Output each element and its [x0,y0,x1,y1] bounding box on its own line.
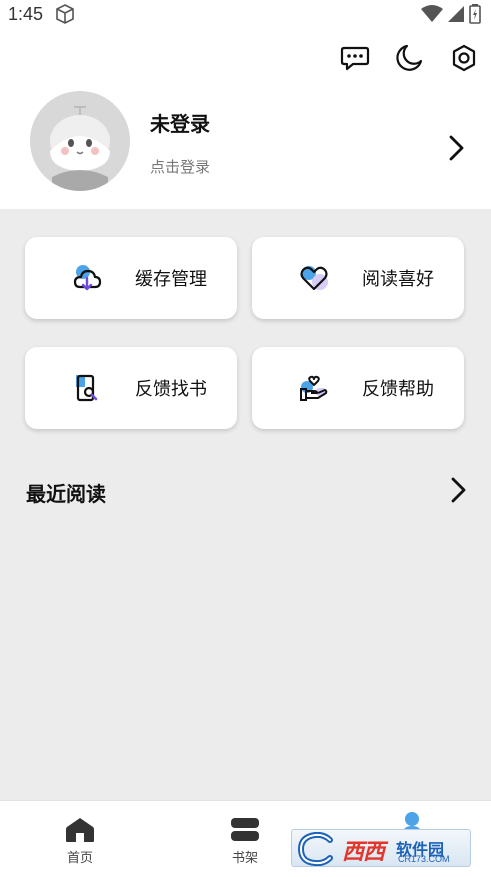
wifi-icon [421,5,443,22]
home-icon [65,817,95,847]
recent-reading-title[interactable]: 最近阅读 [26,478,106,507]
hand-heart-icon [298,372,330,404]
watermark-logo: 西西 软件园 CR173.COM [291,829,471,867]
cube-icon [55,4,75,28]
feedback-find-book-button[interactable]: 反馈找书 [25,347,237,429]
settings-icon[interactable] [448,42,480,74]
night-mode-icon[interactable] [393,42,425,74]
cache-management-button[interactable]: 缓存管理 [25,237,237,319]
signal-icon [448,6,464,22]
login-title[interactable]: 未登录 [150,108,210,137]
status-time: 1:45 [8,4,44,24]
nav-item-home[interactable]: 首页 [40,801,120,877]
heart-icon [298,262,330,294]
chevron-right-icon[interactable] [444,134,470,166]
nav-item-bookshelf[interactable]: 书架 [205,801,285,877]
battery-icon [469,4,481,24]
nav-label: 首页 [66,851,93,866]
status-right [421,4,481,24]
chevron-right-icon[interactable] [446,476,472,508]
reading-preferences-button[interactable]: 阅读喜好 [252,237,464,319]
card-label: 反馈帮助 [362,379,434,400]
card-label: 缓存管理 [135,269,207,290]
login-subtitle[interactable]: 点击登录 [150,156,210,177]
watermark-url: CR173.COM [398,854,450,864]
search-book-icon [71,372,103,404]
watermark-brand: 西西 [342,840,385,865]
avatar[interactable] [30,91,130,191]
cloud-download-icon [71,262,103,294]
message-icon[interactable] [339,42,371,74]
watermark-c-icon [297,832,333,866]
status-bar: 1:45 [0,0,491,30]
card-label: 反馈找书 [135,379,207,400]
card-label: 阅读喜好 [362,269,434,290]
bookshelf-icon [230,817,260,847]
feedback-help-button[interactable]: 反馈帮助 [252,347,464,429]
nav-label: 书架 [231,851,258,866]
